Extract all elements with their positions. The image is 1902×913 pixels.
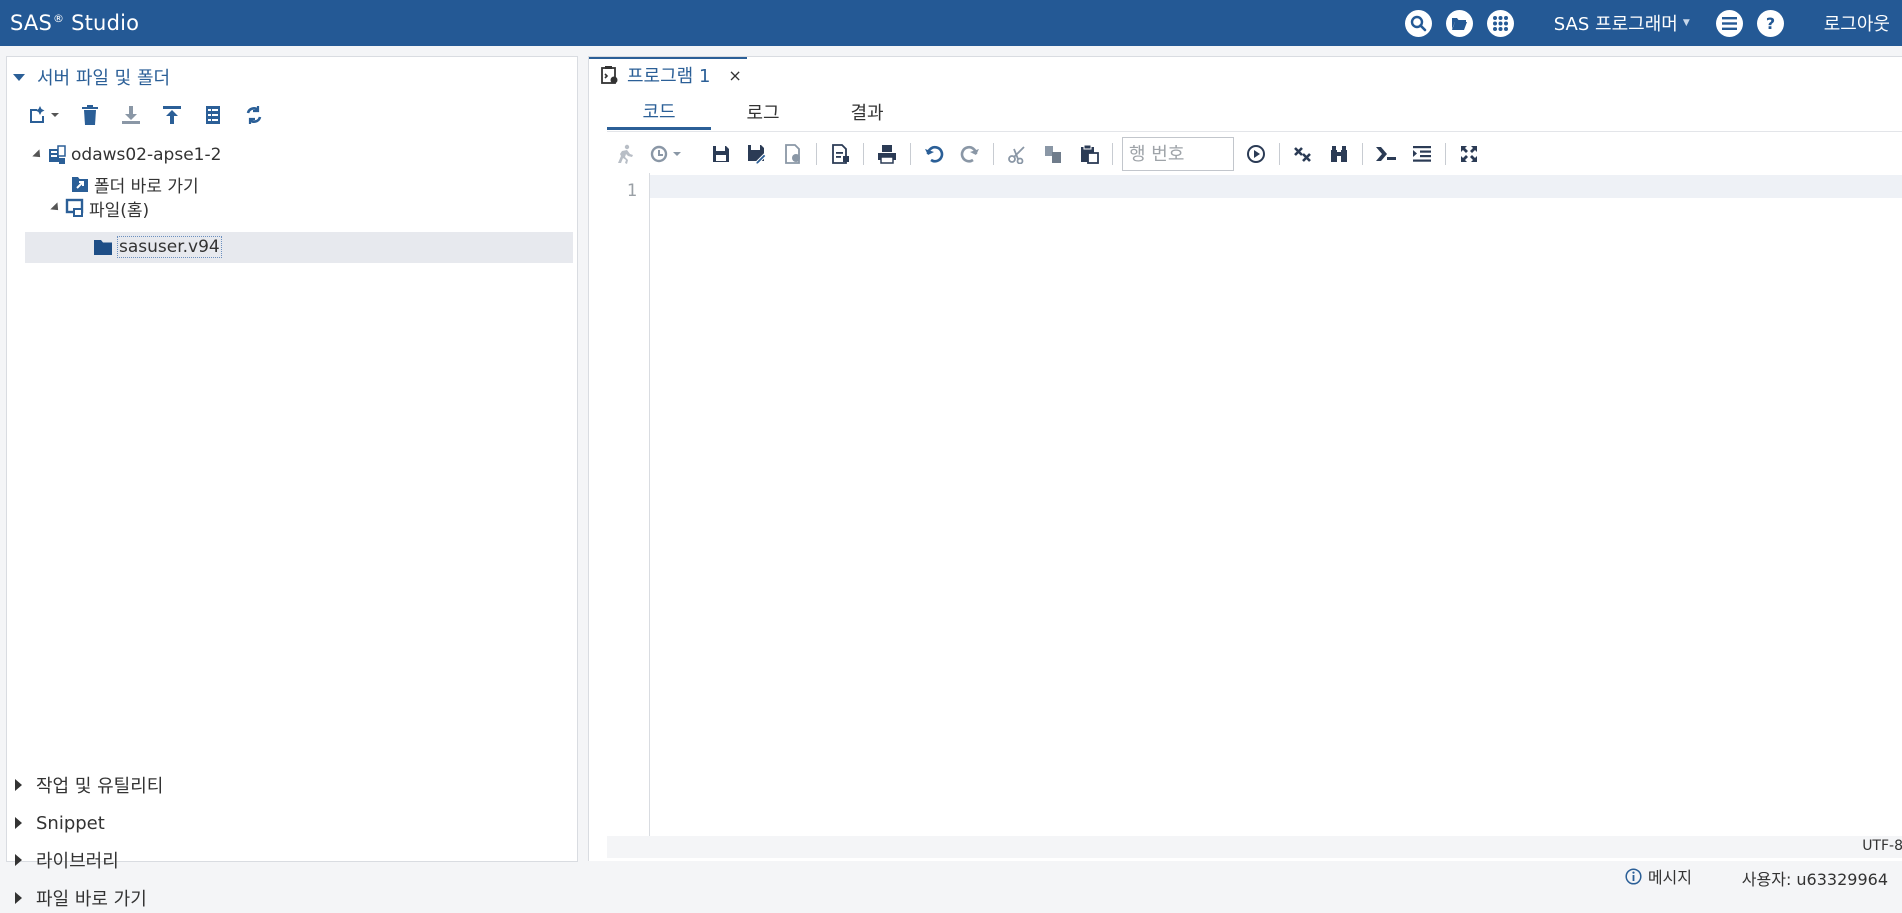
properties-icon[interactable]: [201, 103, 225, 127]
command-line-icon[interactable]: [1374, 142, 1398, 166]
tree-item-sasuser[interactable]: sasuser.v94: [93, 233, 222, 261]
tab-program-1[interactable]: 프로그램 1 ×: [589, 57, 747, 91]
caret-right-icon: [15, 817, 22, 829]
caret-down-icon: [13, 73, 25, 81]
email-icon[interactable]: [781, 142, 805, 166]
download-icon[interactable]: [119, 103, 143, 127]
section-title: Snippet: [36, 812, 105, 834]
file-toolbar: [27, 103, 283, 127]
section-server-files[interactable]: 서버 파일 및 폴더: [7, 62, 170, 92]
maximize-icon[interactable]: [1457, 142, 1481, 166]
section-title: 파일 바로 가기: [36, 889, 147, 910]
help-icon[interactable]: ?: [1756, 9, 1784, 37]
current-line-highlight[interactable]: [650, 175, 1902, 198]
line-number: 1: [626, 181, 637, 201]
tree-item-server[interactable]: odaws02-apse1-2: [32, 141, 222, 169]
new-item-icon[interactable]: [27, 103, 61, 127]
search-icon[interactable]: [1404, 9, 1432, 37]
expand-arrow-icon[interactable]: [32, 149, 44, 161]
line-number-input[interactable]: [1122, 137, 1234, 171]
tree-item-label: odaws02-apse1-2: [71, 145, 222, 165]
folder-open-icon[interactable]: [1445, 9, 1473, 37]
tab-code[interactable]: 코드: [607, 95, 711, 130]
line-number-gutter: 1: [607, 173, 650, 836]
section-file-shortcuts[interactable]: 파일 바로 가기: [7, 883, 147, 913]
find-icon[interactable]: [1327, 142, 1351, 166]
folder-icon: [93, 237, 113, 257]
app-title: SAS® Studio: [0, 11, 139, 35]
server-icon: [47, 145, 67, 165]
print-icon[interactable]: [875, 142, 899, 166]
undo-icon[interactable]: [922, 142, 946, 166]
home-folder-icon: [65, 198, 85, 218]
navigation-pane: 서버 파일 및 폴더 odaws02-apse1-2 폴더 바로 가기 파일(홈…: [6, 56, 578, 910]
redo-icon[interactable]: [958, 142, 982, 166]
tree-item-label: 폴더 바로 가기: [94, 176, 199, 197]
apps-grid-icon[interactable]: [1486, 9, 1514, 37]
upload-icon[interactable]: [160, 103, 184, 127]
svg-text:?: ?: [1766, 15, 1775, 32]
save-as-icon[interactable]: [745, 142, 769, 166]
menu-icon[interactable]: [1715, 9, 1743, 37]
caret-right-icon: [15, 892, 22, 904]
role-dropdown[interactable]: SAS 프로그래머 ▼: [1554, 10, 1690, 36]
copy-icon[interactable]: [1041, 142, 1065, 166]
tree-item-label: sasuser.v94: [117, 236, 222, 258]
refresh-icon[interactable]: [242, 103, 266, 127]
caret-right-icon: [15, 779, 22, 791]
editor-status-bar: UTF-8: [607, 836, 1902, 858]
indent-icon[interactable]: [1410, 142, 1434, 166]
editor-subtabs: 코드 로그 결과: [607, 95, 1902, 132]
user-label: 사용자: u63329964: [1741, 870, 1888, 889]
section-snippets[interactable]: Snippet: [7, 808, 105, 838]
program-icon: [599, 65, 619, 85]
status-bar: 메시지 사용자: u63329964: [0, 862, 1902, 889]
info-icon: [1625, 867, 1642, 885]
close-icon[interactable]: ×: [728, 66, 741, 85]
expand-arrow-icon[interactable]: [50, 202, 62, 214]
format-code-icon[interactable]: [828, 142, 852, 166]
go-to-line-icon[interactable]: [1244, 142, 1268, 166]
tab-log[interactable]: 로그: [711, 95, 815, 129]
cut-icon[interactable]: [1005, 142, 1029, 166]
tree-item-label: 파일(홈): [89, 200, 150, 221]
section-title: 서버 파일 및 폴더: [37, 68, 171, 89]
code-editor[interactable]: [650, 198, 1902, 836]
role-label: SAS 프로그래머: [1553, 14, 1678, 35]
work-area: 프로그램 1 × 코드 로그 결과 행 번호 1 UTF-8: [588, 56, 1902, 861]
history-icon[interactable]: [649, 142, 683, 166]
folder-shortcut-icon: [70, 174, 90, 194]
app-header: SAS® Studio SAS 프로그래머 ▼ ? 로그아웃: [0, 0, 1902, 46]
save-icon[interactable]: [709, 142, 733, 166]
chevron-down-icon: ▼: [1682, 18, 1690, 28]
tab-label: 프로그램 1: [627, 66, 711, 87]
app-title-main: SAS: [10, 11, 53, 35]
tree-item-home[interactable]: 파일(홈): [50, 194, 150, 222]
messages-label: 메시지: [1647, 868, 1692, 887]
logout-link[interactable]: 로그아웃: [1824, 10, 1890, 36]
app-title-rest: Studio: [64, 11, 140, 35]
tab-results[interactable]: 결과: [815, 95, 919, 129]
app-title-reg: ®: [53, 12, 65, 25]
delete-icon[interactable]: [78, 103, 102, 127]
clear-all-icon[interactable]: [1291, 142, 1315, 166]
encoding-label: UTF-8: [1862, 838, 1902, 854]
messages-link[interactable]: 메시지: [1625, 864, 1692, 888]
section-title: 작업 및 유틸리티: [36, 776, 164, 797]
editor-toolbar: [607, 136, 1487, 172]
paste-icon[interactable]: [1077, 142, 1101, 166]
section-tasks-utilities[interactable]: 작업 및 유틸리티: [7, 770, 163, 800]
run-icon[interactable]: [613, 142, 637, 166]
